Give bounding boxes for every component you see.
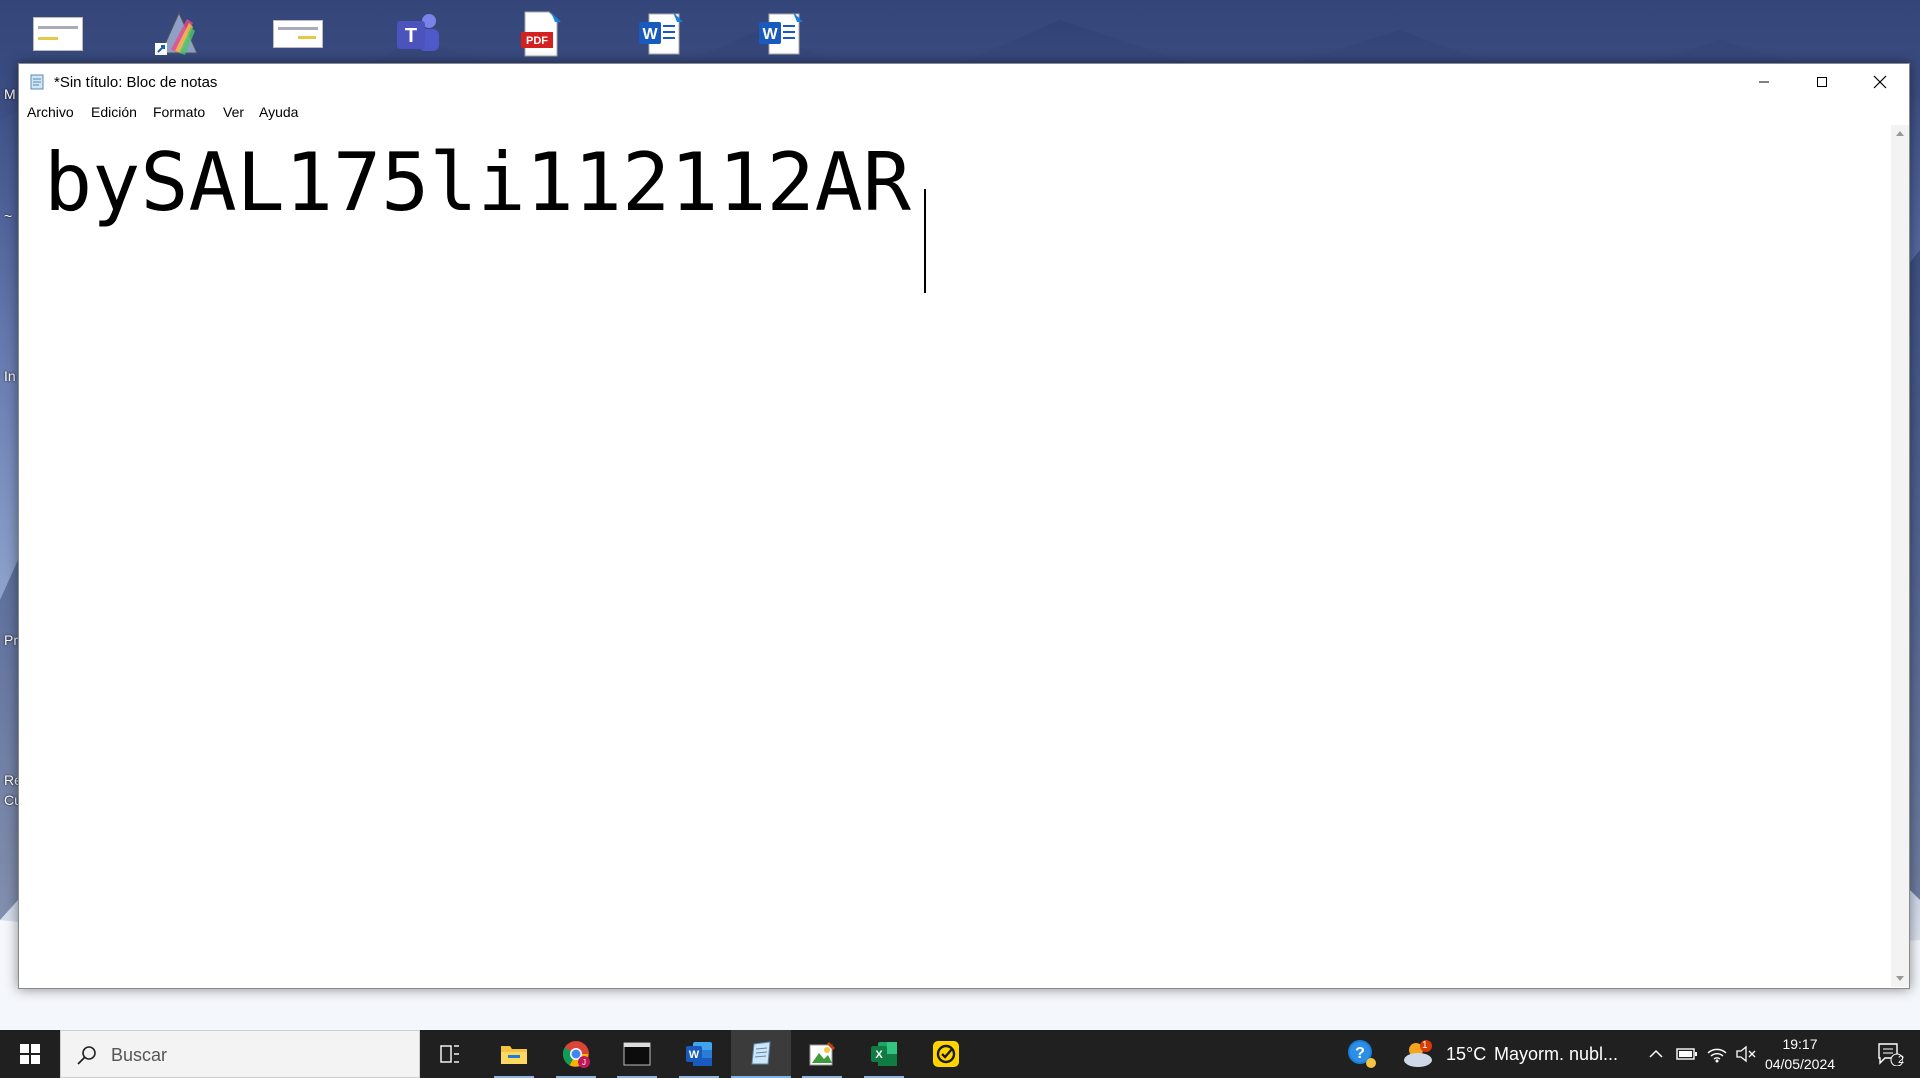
desktop-label-fragment: In [4,368,16,384]
chevron-up-icon [1649,1049,1663,1058]
taskbar-clock[interactable]: 19:17 04/05/2024 [1755,1034,1845,1074]
word-document-icon[interactable]: W [632,8,688,60]
image-editor-icon [809,1041,836,1066]
svg-text:PDF: PDF [526,35,548,47]
document-thumbnail-icon[interactable] [270,8,326,60]
network-button[interactable] [1702,1030,1732,1078]
word-document-icon[interactable]: W [752,8,808,60]
menu-bar: Archivo Edición Formato Ver Ayuda [19,100,1909,124]
svg-text:X: X [875,1049,883,1061]
title-bar[interactable]: *Sin título: Bloc de notas [19,64,1909,100]
help-tray-button[interactable]: ? [1332,1030,1392,1078]
text-caret [924,189,926,293]
notepad-icon [751,1041,771,1065]
file-explorer-button[interactable] [484,1030,544,1078]
svg-text:W: W [762,26,778,43]
word-icon: W [686,1042,712,1066]
weather-temperature[interactable]: 15°C [1446,1044,1486,1065]
svg-text:T: T [405,25,417,47]
file-explorer-icon [501,1046,527,1064]
minimize-button[interactable] [1735,64,1793,100]
wifi-icon [1707,1048,1727,1063]
pdf-icon[interactable]: PDF [512,8,568,60]
text-editor[interactable]: bySAL175li112112AR [19,125,1891,987]
image-editor-button[interactable] [792,1030,852,1078]
desktop-label-fragment: ~ [4,208,13,224]
menu-ver[interactable]: Ver [223,104,244,120]
norton-icon [933,1041,959,1067]
scroll-up-icon[interactable] [1896,131,1904,136]
desktop-label-fragment: M [4,86,16,102]
document-thumbnail-icon[interactable] [30,8,86,60]
weather-widget-icon-wrap[interactable]: 1 [1392,1030,1444,1078]
search-icon [77,1046,96,1065]
show-hidden-icons-button[interactable] [1640,1030,1672,1078]
menu-formato[interactable]: Formato [153,104,205,120]
volume-muted-icon [1736,1045,1756,1063]
taskbar: Buscar J W X ? 1 15°C Mayorm. nubl... 19… [0,1030,1920,1078]
svg-text:W: W [642,26,658,43]
notification-count: 2 [1898,1054,1905,1066]
battery-icon [1676,1048,1697,1060]
menu-archivo[interactable]: Archivo [27,104,74,120]
editor-text[interactable]: bySAL175li112112AR [44,133,911,233]
word-button[interactable]: W [669,1030,729,1078]
maximize-icon [1817,77,1827,87]
terminal-button[interactable] [607,1030,667,1078]
close-button[interactable] [1851,64,1909,100]
excel-icon: X [871,1042,897,1066]
menu-edicion[interactable]: Edición [91,104,137,120]
svg-text:W: W [689,1049,700,1061]
weather-condition[interactable]: Mayorm. nubl... [1494,1044,1618,1065]
clock-time: 19:17 [1782,1036,1818,1052]
norton-button[interactable] [916,1030,976,1078]
weather-cloud-icon [1404,1040,1432,1067]
chrome-button[interactable]: J [546,1030,606,1078]
svg-text:?: ? [1355,1045,1365,1062]
prism-shortcut-icon[interactable] [150,8,206,60]
taskbar-search-box[interactable]: Buscar [60,1030,420,1078]
menu-ayuda[interactable]: Ayuda [259,104,298,120]
svg-text:J: J [582,1058,586,1067]
maximize-button[interactable] [1793,64,1851,100]
excel-button[interactable]: X [854,1030,914,1078]
window-title: *Sin título: Bloc de notas [54,74,218,91]
notepad-window: *Sin título: Bloc de notas Archivo Edici… [18,63,1910,989]
start-button[interactable] [0,1030,60,1078]
search-placeholder: Buscar [111,1045,168,1065]
task-view-icon [440,1045,459,1063]
windows-logo-icon [20,1044,40,1064]
task-view-button[interactable] [420,1030,480,1078]
desktop-label-fragment: Pr [4,632,18,648]
scroll-down-icon[interactable] [1896,976,1904,981]
chrome-icon: J [562,1041,590,1068]
help-icon: ? [1348,1040,1376,1068]
notepad-taskbar-button[interactable] [731,1030,791,1078]
battery-button[interactable] [1672,1030,1702,1078]
teams-icon[interactable]: T [390,8,446,60]
terminal-icon [623,1042,651,1066]
minimize-icon [1759,81,1769,83]
notification-center-button[interactable]: 2 [1860,1030,1920,1078]
close-icon [1873,75,1887,89]
weather-alert-badge: 1 [1422,1040,1428,1051]
vertical-scrollbar[interactable] [1891,125,1909,987]
clock-date: 04/05/2024 [1764,1056,1836,1072]
notepad-icon [30,74,44,90]
